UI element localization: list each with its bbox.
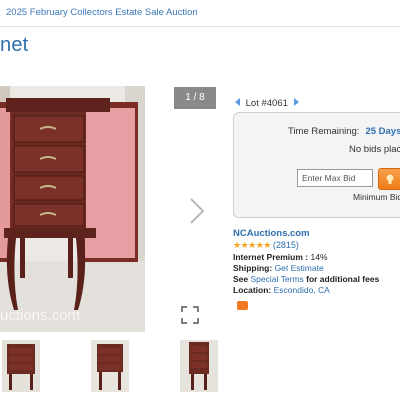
place-bid-button[interactable] (378, 168, 400, 190)
premium-label: Internet Premium : (233, 252, 309, 262)
fees-text: for additional fees (306, 274, 380, 284)
page-title: net (0, 34, 29, 56)
special-terms-row: See Special Terms for additional fees (233, 274, 379, 284)
photo-counter: 1 / 8 (174, 87, 216, 109)
next-photo-button[interactable] (185, 196, 209, 226)
special-terms-link[interactable]: Special Terms (251, 274, 304, 284)
time-remaining: Time Remaining: 25 Days 7 (288, 126, 400, 137)
bid-bulb-icon (386, 174, 394, 184)
lot-navigation: Lot #4061 (233, 97, 301, 109)
lot-number: Lot #4061 (245, 98, 288, 109)
next-lot-icon[interactable] (291, 97, 301, 107)
seller-rating: ★★★★★ (2815) (233, 240, 299, 251)
get-estimate-link[interactable]: Get Estimate (275, 263, 324, 273)
thumbnail-image (2, 340, 40, 392)
fullscreen-button[interactable] (181, 306, 199, 324)
chevron-right-icon (190, 198, 205, 224)
minimum-bid-label: Minimum Bid: (353, 192, 400, 202)
premium-value: 14% (310, 252, 328, 262)
thumbnail-2[interactable] (91, 340, 129, 392)
max-bid-input[interactable] (297, 169, 373, 187)
thumbnail-image (91, 340, 129, 392)
breadcrumb-auction-link[interactable]: 2025 February Collectors Estate Sale Auc… (6, 7, 198, 18)
jewelry-armoire-image (0, 86, 145, 332)
breadcrumb: 2025 February Collectors Estate Sale Auc… (0, 0, 400, 27)
location-row: Location: Escondido, CA (233, 285, 330, 295)
rating-count[interactable]: (2815) (273, 240, 299, 250)
shipping-row: Shipping: Get Estimate (233, 263, 324, 273)
photo-watermark: uctions.com (0, 307, 81, 324)
thumbnail-image (180, 340, 218, 392)
location-link[interactable]: Escondido, CA (274, 285, 330, 295)
main-lot-photo[interactable]: uctions.com (0, 86, 145, 332)
bid-status: No bids place (349, 144, 400, 155)
seller-link[interactable]: NCAuctions.com (233, 228, 310, 239)
time-remaining-label: Time Remaining: (288, 126, 360, 137)
previous-lot-icon[interactable] (233, 97, 243, 107)
info-badge-icon[interactable] (237, 301, 248, 310)
thumbnail-3[interactable] (180, 340, 218, 392)
expand-icon (181, 306, 199, 324)
location-label: Location: (233, 285, 272, 295)
bid-panel: Time Remaining: 25 Days 7 No bids place M… (233, 112, 400, 218)
see-label: See (233, 274, 249, 284)
time-remaining-value: 25 Days 7 (365, 126, 400, 137)
thumbnail-1[interactable] (2, 340, 40, 392)
star-rating-icon: ★★★★★ (233, 240, 271, 250)
internet-premium-row: Internet Premium : 14% (233, 252, 328, 262)
shipping-label: Shipping: (233, 263, 273, 273)
